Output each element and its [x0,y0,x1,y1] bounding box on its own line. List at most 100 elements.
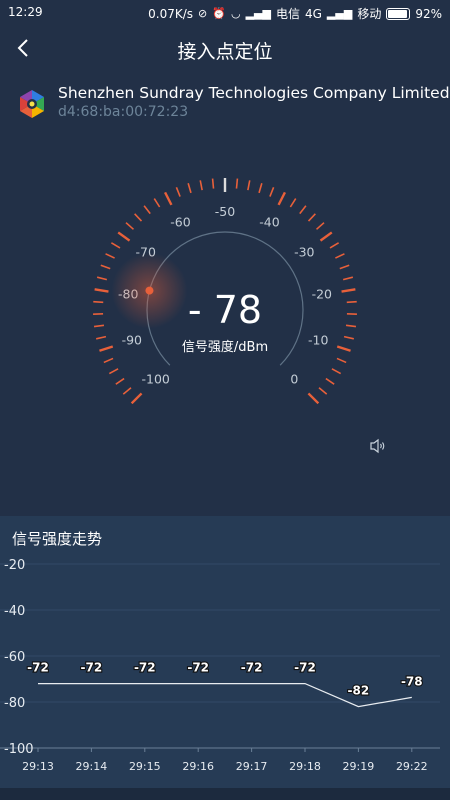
gauge-tick [117,231,131,242]
gauge-tick [307,213,316,222]
nav-bar: 接入点定位 [0,24,450,74]
y-tick-label: -100 [4,742,34,757]
gauge-tick [105,253,115,259]
gauge-tick [299,205,307,215]
gauge-tick [108,368,119,375]
gauge-scale-label: -50 [215,204,235,219]
gauge-tick [329,242,340,249]
gauge-tick [93,324,105,328]
network-type: 4G [304,6,322,21]
wifi-icon: ◡ [230,7,241,20]
signal-icon: ▂▄▆ [245,7,271,20]
x-tick-label: 29:17 [236,760,268,773]
gauge-tick [335,253,345,259]
gauge-scale-label: -30 [294,244,314,259]
gauge-tick [315,222,325,230]
status-icons: 0.07K/s ⊘ ⏰ ◡ ▂▄▆ 电信 4G ▂▄▆ 移动 92% [148,5,442,22]
x-tick-label: 29:14 [76,760,108,773]
device-mac: d4:68:ba:00:72:23 [58,104,189,120]
gauge-tick [289,198,297,208]
data-label: -82 [348,684,370,698]
gauge-tick [331,368,342,375]
page-title: 接入点定位 [177,41,273,63]
gauge-tick [341,288,356,293]
gauge-tick [93,300,104,304]
gauge-tick [110,242,121,249]
gauge-tick [258,183,263,194]
gauge-tick [130,392,143,405]
gauge-tick [345,324,357,328]
signal-reading: - 78 [187,288,263,332]
battery-icon [386,7,411,20]
signal-unit-label: 信号强度/dBm [181,340,269,355]
signal-icon-2: ▂▄▆ [326,7,353,20]
gauge-tick [336,357,347,364]
gauge-tick [122,387,132,395]
status-time: 12:29 [8,5,43,19]
gauge-tick [346,300,357,304]
gauge-tick [343,335,354,340]
carrier-1: 电信 [275,7,300,21]
y-tick-label: -20 [4,558,25,573]
gauge-tick [277,191,286,206]
data-label: -72 [27,661,49,675]
gauge-tick [199,180,203,191]
trend-title: 信号强度走势 [12,530,103,548]
gauge-scale-label: -20 [312,287,332,302]
gauge-tick [103,357,114,364]
sync-off-icon: ⊘ [198,7,208,20]
data-label: -72 [187,661,209,675]
gauge-scale-label: -60 [170,215,190,230]
device-name: Shenzhen Sundray Technologies Company Li… [58,84,450,102]
data-label: -78 [401,674,423,688]
gauge-tick [325,377,335,385]
data-label: -72 [134,661,156,675]
alarm-icon: ⏰ [212,7,226,20]
signal-gauge: -100-90-80-70-60-50-40-30-20-100 - 78 信号… [0,170,450,460]
gauge-scale-label: -40 [259,215,279,230]
network-speed: 0.07K/s [148,6,194,21]
device-info: Shenzhen Sundray Technologies Company Li… [16,84,450,128]
trend-chart: -20 -40 -60 -80 -100 29:13 29:14 29:15 29:16 29:1… [0,558,440,773]
data-label: -72 [81,661,103,675]
gauge-tick [187,183,192,194]
gauge-tick [153,198,161,208]
trend-panel: 信号强度走势 -20 -40 -60 -80 -100 29:13 29:14 29:15 29… [0,516,450,788]
gauge-tick [115,377,125,385]
x-tick-label: 29:19 [343,760,375,773]
gauge-tick [96,335,107,340]
y-tick-label: -80 [4,696,25,711]
gauge-tick [143,205,151,215]
bottom-strip [0,788,450,800]
gauge-scale-label: -90 [122,332,142,347]
y-tick-label: -40 [4,604,25,619]
gauge-tick [175,186,181,197]
gauge-indicator-dot [145,286,154,295]
gauge-scale-label: 0 [290,371,298,386]
gauge-tick [319,231,333,242]
speaker-icon[interactable] [368,436,388,456]
x-tick-label: 29:13 [22,760,54,773]
gauge-tick [125,222,135,230]
x-tick-label: 29:22 [396,760,428,773]
y-tick-label: -60 [4,650,25,665]
gauge-tick [247,180,251,191]
x-tick-label: 29:15 [129,760,161,773]
gauge-scale-label: -10 [308,332,328,347]
vendor-logo-icon [20,90,44,118]
status-bar: 12:29 0.07K/s ⊘ ⏰ ◡ ▂▄▆ 电信 4G ▂▄▆ 移动 92% [0,0,450,24]
gauge-tick [96,276,108,281]
gauge-tick [164,191,173,206]
gauge-tick [99,345,114,352]
gauge-tick [342,276,354,281]
data-label: -72 [294,661,316,675]
x-tick-label: 29:16 [182,760,214,773]
gauge-tick [100,264,111,270]
battery-percent: 92% [415,6,442,21]
gauge-tick [339,264,350,270]
gauge-tick [211,178,215,189]
gauge-tick [94,288,109,293]
gauge-tick [318,387,328,395]
data-label: -72 [241,661,263,675]
gauge-tick [235,178,239,189]
